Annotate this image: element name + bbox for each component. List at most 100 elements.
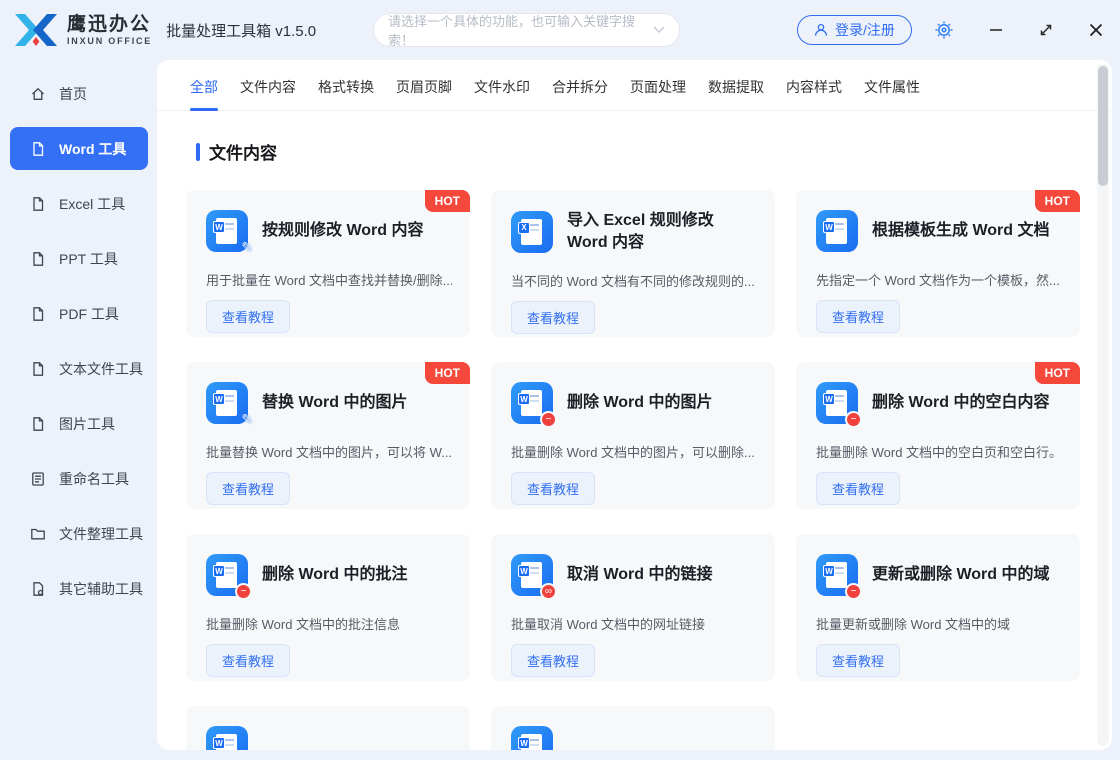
word-tool-icon: X [511, 210, 553, 253]
tab-8[interactable]: 内容样式 [786, 60, 842, 110]
view-tutorial-button[interactable]: 查看教程 [206, 644, 291, 677]
tool-card-partial-1[interactable]: W [491, 706, 775, 750]
close-button[interactable] [1084, 18, 1108, 42]
view-tutorial-button[interactable]: 查看教程 [816, 300, 901, 333]
tool-card-title: 替换 Word 中的图片 [262, 394, 408, 412]
pencil-icon: ✎ [241, 411, 253, 427]
tool-card-title: 删除 Word 中的图片 [567, 394, 713, 412]
tab-2[interactable]: 格式转换 [318, 60, 374, 110]
sidebar-item-organize[interactable]: 文件整理工具 [10, 512, 148, 555]
word-tool-icon: W ∞ [511, 554, 557, 600]
tool-card-0[interactable]: HOT W ✎ 按规则修改 Word 内容 用于批量在 Word 文档中查找并替换/删除… [186, 190, 470, 337]
hot-badge: HOT [1034, 362, 1080, 384]
minimize-button[interactable] [984, 18, 1008, 42]
main-panel: 全部 文件内容 格式转换 页眉页脚 文件水印 合并拆分 页面处理 数据提取 内容样式 文件属性 文… [157, 60, 1112, 750]
tool-card-5[interactable]: HOT W − 删除 Word 中的空白内容批量删除 Word 文档中的空白页和空白行… [796, 362, 1080, 509]
sidebar-item-other[interactable]: 其它辅助工具 [10, 567, 148, 610]
tool-card-title: 根据模板生成 Word 文档 [872, 222, 1050, 240]
settings-button[interactable] [932, 18, 956, 42]
minus-badge-icon: − [845, 411, 862, 428]
tool-card-4[interactable]: W − 删除 Word 中的图片 批量删除 Word 文档中的图片，可以删除... 查看… [491, 362, 775, 509]
sidebar-item-excel[interactable]: Excel 工具 [10, 182, 148, 225]
sidebar-item-label: 重命名工具 [59, 470, 129, 487]
sidebar-item-label: 图片工具 [59, 415, 115, 432]
section-title: 文件内容 [209, 144, 277, 163]
tab-7[interactable]: 数据提取 [708, 60, 764, 110]
vertical-scrollbar[interactable] [1097, 64, 1109, 746]
tab-1[interactable]: 文件内容 [240, 60, 296, 110]
view-tutorial-button[interactable]: 查看教程 [816, 472, 901, 505]
tab-0[interactable]: 全部 [190, 60, 218, 111]
tab-6[interactable]: 页面处理 [630, 60, 686, 110]
tool-card-2[interactable]: HOT W 根据模板生成 Word 文档 先指定一个 Word 文档作为一个模板，然.… [796, 190, 1080, 337]
tab-4[interactable]: 文件水印 [474, 60, 530, 110]
tool-card-1[interactable]: X 导入 Excel 规则修改 Word 内容 当不同的 Word 文档有不同的修改… [491, 190, 775, 337]
view-tutorial-button[interactable]: 查看教程 [816, 644, 901, 677]
user-icon [814, 23, 828, 37]
tool-card-7[interactable]: W ∞ 取消 Word 中的链接 批量取消 Word 文档中的网址链接 查看教程 [491, 534, 775, 681]
rename-icon [30, 471, 46, 487]
tool-card-description: 批量删除 Word 文档中的批注信息 [206, 617, 401, 632]
login-register-button[interactable]: 登录/注册 [797, 15, 912, 45]
file-pdf-icon [30, 306, 46, 322]
file-word-icon [30, 141, 46, 157]
sidebar-item-label: Word 工具 [59, 140, 127, 157]
function-search-select[interactable]: 请选择一个具体的功能，也可输入关键字搜索！ [373, 13, 680, 48]
view-tutorial-button[interactable]: 查看教程 [511, 301, 596, 335]
maximize-icon [1036, 20, 1056, 40]
tool-card-description: 批量取消 Word 文档中的网址链接 [511, 617, 706, 632]
tab-3[interactable]: 页眉页脚 [396, 60, 452, 110]
tool-card-8[interactable]: W − 更新或删除 Word 中的域 批量更新或删除 Word 文档中的域 查看教程 [796, 534, 1080, 681]
view-tutorial-button[interactable]: 查看教程 [511, 472, 596, 505]
sidebar-item-text[interactable]: 文本文件工具 [10, 347, 148, 390]
tool-card-description: 批量删除 Word 文档中的空白页和空白行。 [816, 445, 1062, 460]
minus-badge-icon: − [845, 583, 862, 600]
word-tool-icon: W − [816, 382, 862, 428]
tab-9[interactable]: 文件属性 [864, 60, 920, 110]
gear-icon [934, 20, 954, 40]
file-text-icon [30, 361, 46, 377]
view-tutorial-button[interactable]: 查看教程 [511, 644, 596, 677]
minus-badge-icon: − [235, 583, 252, 600]
sidebar-item-rename[interactable]: 重命名工具 [10, 457, 148, 500]
tool-card-partial-0[interactable]: W [186, 706, 470, 750]
tool-card-grid: HOT W ✎ 按规则修改 Word 内容 用于批量在 Word 文档中查找并替换/删除… [186, 190, 1080, 750]
sidebar-item-pdf[interactable]: PDF 工具 [10, 292, 148, 335]
sidebar-item-word[interactable]: Word 工具 [10, 127, 148, 170]
brand-name: 鹰迅办公 [67, 13, 152, 35]
close-icon [1086, 20, 1106, 40]
tool-card-3[interactable]: HOT W ✎ 替换 Word 中的图片 批量替换 Word 文档中的图片，可以将 W.… [186, 362, 470, 509]
hot-badge: HOT [1034, 190, 1080, 212]
view-tutorial-button[interactable]: 查看教程 [206, 472, 291, 505]
sidebar-item-home[interactable]: 首页 [10, 72, 148, 115]
hot-badge: HOT [424, 190, 470, 212]
minus-badge-icon: − [540, 411, 557, 428]
login-label: 登录/注册 [835, 22, 895, 38]
sidebar-item-label: 文本文件工具 [59, 360, 143, 377]
scrollbar-thumb[interactable] [1098, 66, 1108, 186]
home-icon [30, 86, 46, 102]
sidebar-item-label: 文件整理工具 [59, 525, 143, 542]
tab-5[interactable]: 合并拆分 [552, 60, 608, 110]
word-tool-icon: W − [206, 554, 252, 600]
file-image-icon [30, 416, 46, 432]
tool-card-title: 更新或删除 Word 中的域 [872, 566, 1050, 584]
search-placeholder: 请选择一个具体的功能，也可输入关键字搜索！ [388, 14, 636, 48]
word-tool-icon: W ✎ [206, 210, 253, 255]
sidebar-item-label: 首页 [59, 85, 87, 102]
sidebar-item-label: Excel 工具 [59, 195, 126, 212]
pencil-icon: ✎ [241, 239, 253, 255]
link-badge-icon: ∞ [540, 583, 557, 600]
sidebar-item-image[interactable]: 图片工具 [10, 402, 148, 445]
file-ppt-icon [30, 251, 46, 267]
view-tutorial-button[interactable]: 查看教程 [206, 300, 291, 333]
sidebar-item-ppt[interactable]: PPT 工具 [10, 237, 148, 280]
sidebar-item-label: PDF 工具 [59, 305, 119, 322]
tool-card-6[interactable]: W − 删除 Word 中的批注 批量删除 Word 文档中的批注信息 查看教程 [186, 534, 470, 681]
tool-card-title: 删除 Word 中的空白内容 [872, 394, 1050, 412]
tool-card-description: 先指定一个 Word 文档作为一个模板，然... [816, 273, 1060, 288]
app-title: 批量处理工具箱 v1.5.0 [166, 22, 317, 40]
word-tool-icon: W − [511, 382, 557, 428]
maximize-button[interactable] [1034, 18, 1058, 42]
section-header: 文件内容 [196, 139, 1112, 164]
